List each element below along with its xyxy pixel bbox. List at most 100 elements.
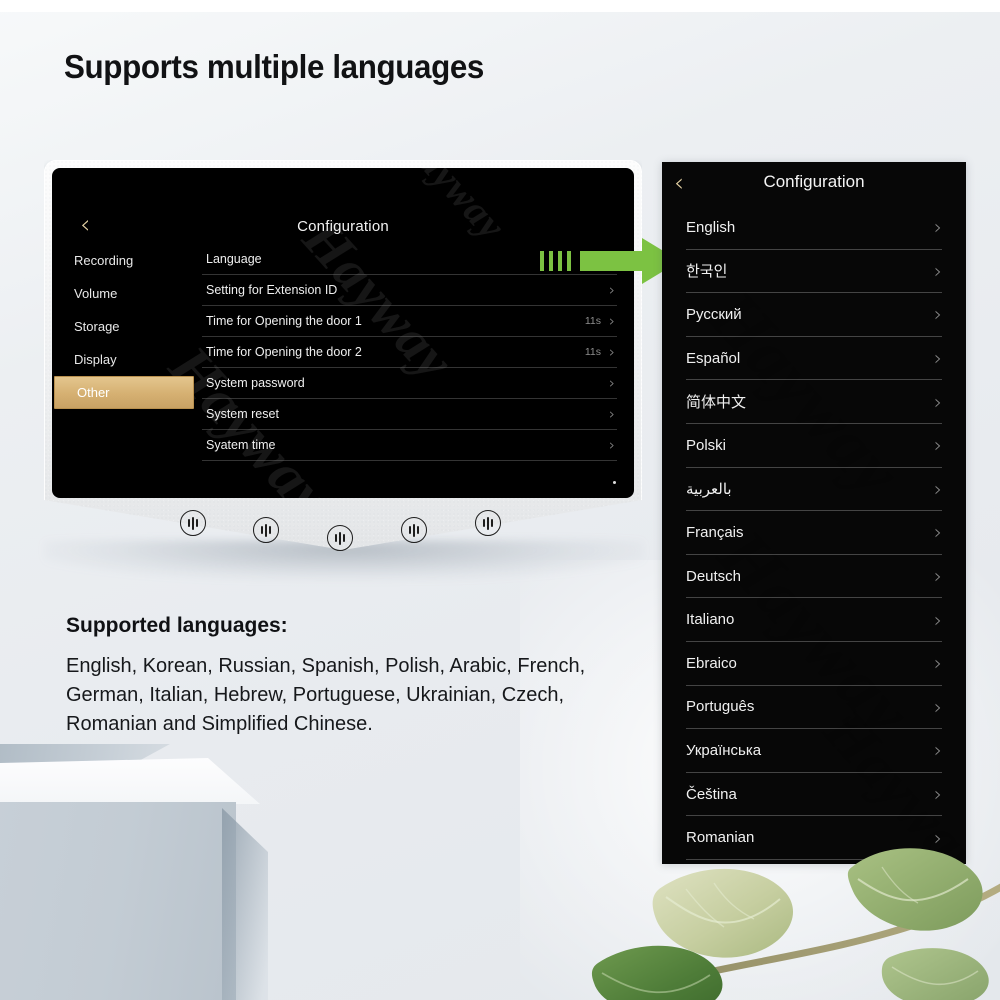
sidebar-item-recording[interactable]: Recording [52,244,200,277]
speaker-button-5[interactable] [475,510,501,536]
pedestal-front-face [0,802,236,1000]
caption-title: Supported languages: [66,614,288,637]
pedestal-side-shadow [222,808,268,1000]
chevron-right-icon: › [609,312,615,330]
language-item-french[interactable]: Français › [686,511,942,555]
language-item-simplified-chinese[interactable]: 简体中文 › [686,380,942,424]
caption-body: English, Korean, Russian, Spanish, Polis… [66,655,586,735]
speaker-icon [402,518,426,542]
arrow-dash [549,251,553,271]
chevron-right-icon: › [934,520,942,545]
settings-row-system-password[interactable]: System password › [202,368,617,399]
sidebar-item-display[interactable]: Display [52,343,200,376]
pedestal-block [0,758,320,1000]
language-item-arabic[interactable]: بالعربية › [686,468,942,512]
chevron-right-icon: › [934,651,942,676]
chevron-right-icon: › [609,374,615,392]
chevron-right-icon: › [934,258,942,283]
language-item-polish[interactable]: Polski › [686,424,942,468]
language-label: Português [686,698,755,716]
chevron-right-icon: › [934,346,942,371]
arrow-dash [567,251,571,271]
language-label: Français [686,523,744,541]
status-led-dot [613,481,616,484]
chevron-right-icon: › [934,476,942,501]
language-label: Italiano [686,611,735,629]
chevron-right-icon: › [934,302,942,327]
speaker-icon [328,526,352,550]
language-label: Čeština [686,785,737,803]
chevron-right-icon: › [609,343,615,361]
settings-row-label: System reset [206,407,279,421]
leaf-lower-right [881,948,989,1000]
pedestal-top-face [0,758,260,804]
page-title: Supports multiple languages [64,48,484,85]
speaker-button-3[interactable] [327,525,353,551]
speaker-button-2[interactable] [253,517,279,543]
settings-row-system-time[interactable]: Syatem time › [202,430,617,461]
settings-row-system-reset[interactable]: System reset › [202,399,617,430]
language-item-portuguese[interactable]: Português › [686,686,942,730]
language-item-english[interactable]: English › [686,206,942,250]
leaf-upper-left [652,868,794,958]
language-label: Deutsch [686,567,742,585]
language-item-german[interactable]: Deutsch › [686,555,942,599]
chevron-right-icon: › [609,436,615,454]
screen-title: Configuration [297,218,389,235]
language-panel-header: ‹ Configuration [662,162,966,206]
chevron-right-icon: › [609,405,615,423]
language-item-spanish[interactable]: Español › [686,337,942,381]
language-label: بالعربية [686,480,732,498]
speaker-icon [476,511,500,535]
language-item-italian[interactable]: Italiano › [686,598,942,642]
watermark: Hayway [388,168,515,249]
screen-sidebar: Recording Volume Storage Display Other [52,244,200,409]
language-item-russian[interactable]: Русский › [686,293,942,337]
language-label: Українська [686,741,762,759]
language-label: Русский [686,305,742,323]
language-item-hebrew[interactable]: Ebraico › [686,642,942,686]
chevron-right-icon: › [934,694,942,719]
intercom-monitor-device: ‹ Configuration Hayway Hayway Hayway Rec… [44,160,642,560]
sidebar-item-other[interactable]: Other [54,376,194,409]
arrow-dash [540,251,544,271]
settings-row-value: 11s [584,315,601,327]
language-label: Romanian [686,829,755,847]
language-item-korean[interactable]: 한국인 › [686,250,942,294]
arrow-dash [558,251,562,271]
device-screen: ‹ Configuration Hayway Hayway Hayway Rec… [52,168,634,498]
settings-row-door1-time[interactable]: Time for Opening the door 1 11s › [202,306,617,337]
plant-decoration [591,848,1000,1000]
language-item-czech[interactable]: Čeština › [686,773,942,817]
green-pointer-arrow [540,238,680,284]
chevron-right-icon: › [934,607,942,632]
chevron-right-icon: › [934,215,942,240]
speaker-button-1[interactable] [180,510,206,536]
language-panel-title: Configuration [763,172,865,191]
chevron-right-icon: › [934,389,942,414]
chevron-right-icon: › [934,433,942,458]
language-label: Ebraico [686,654,737,672]
leaf-upper-right [847,848,983,931]
speaker-icon [254,518,278,542]
language-item-ukrainian[interactable]: Українська › [686,729,942,773]
background-top-strip [0,0,1000,12]
settings-row-value: 11s [584,346,601,358]
language-selection-panel: ‹ Configuration Hayway Hayway Hayway Eng… [662,162,966,864]
speaker-icon [181,511,205,535]
language-label: Español [686,349,741,367]
chevron-right-icon: › [934,738,942,763]
sidebar-item-storage[interactable]: Storage [52,310,200,343]
language-label: 한국인 [686,263,728,281]
chevron-right-icon: › [934,564,942,589]
settings-row-door2-time[interactable]: Time for Opening the door 2 11s › [202,337,617,368]
chevron-right-icon: › [934,782,942,807]
settings-row-label: Time for Opening the door 2 [206,345,362,359]
settings-row-label: Time for Opening the door 1 [206,314,362,328]
speaker-button-4[interactable] [401,517,427,543]
language-label: 简体中文 [686,394,747,412]
language-label: English [686,218,736,236]
settings-row-label: System password [206,376,305,390]
sidebar-item-volume[interactable]: Volume [52,277,200,310]
language-label: Polski [686,436,727,454]
